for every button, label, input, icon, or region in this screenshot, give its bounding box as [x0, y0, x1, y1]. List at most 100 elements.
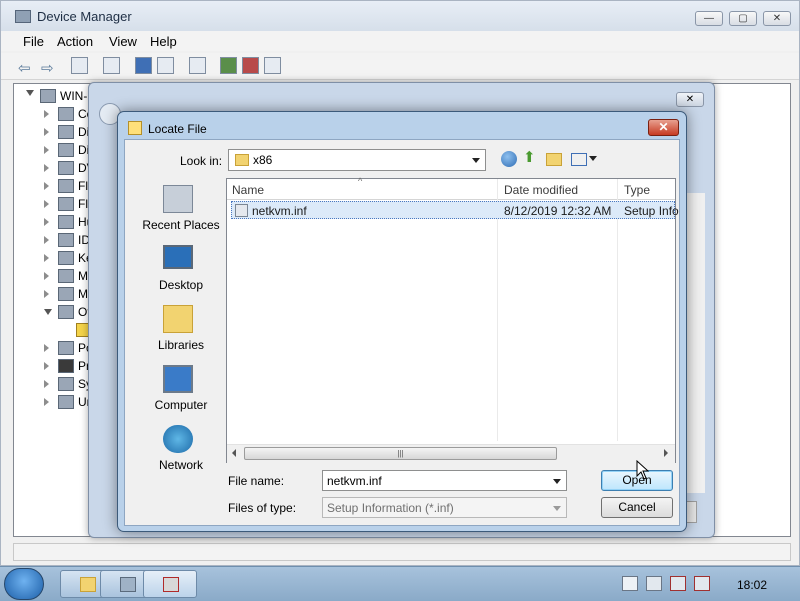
- dvd-drive-icon: [58, 161, 74, 175]
- properties-icon[interactable]: [103, 57, 120, 74]
- expand-icon[interactable]: [44, 236, 49, 244]
- tray-volume-muted-icon[interactable]: [694, 576, 710, 591]
- usb-icon: [58, 395, 74, 409]
- expand-icon[interactable]: [44, 218, 49, 226]
- file-list: Name ^ Date modified Type netkvm.inf 8/1…: [226, 176, 679, 463]
- expand-icon[interactable]: [44, 344, 49, 352]
- back-arrow-icon[interactable]: ⇦: [18, 59, 31, 77]
- collapse-icon[interactable]: [44, 309, 52, 315]
- expand-icon[interactable]: [44, 200, 49, 208]
- file-row[interactable]: netkvm.inf 8/12/2019 12:32 AM Setup Info: [231, 201, 679, 219]
- menu-bar: File Action View Help: [1, 31, 799, 51]
- floppy-icon: [58, 197, 74, 211]
- view-icon[interactable]: [157, 57, 174, 74]
- folder-icon: [80, 577, 96, 592]
- scroll-left-icon[interactable]: [232, 449, 236, 457]
- menu-action[interactable]: Action: [57, 34, 93, 49]
- computer-icon: [163, 365, 193, 393]
- chevron-down-icon[interactable]: [589, 156, 597, 161]
- network-icon: [163, 425, 193, 453]
- view-menu-icon[interactable]: [571, 153, 587, 166]
- up-folder-icon[interactable]: ⬆: [523, 150, 539, 167]
- close-button[interactable]: ✕: [763, 11, 791, 26]
- scrollbar-thumb[interactable]: |||: [244, 447, 557, 460]
- window-title: Device Manager: [37, 9, 132, 24]
- port-icon: [58, 341, 74, 355]
- title-bar: Device Manager — ▢ ✕: [1, 1, 799, 31]
- menu-view[interactable]: View: [109, 34, 137, 49]
- expand-icon[interactable]: [44, 110, 49, 118]
- processor-icon: [58, 359, 74, 373]
- expand-icon[interactable]: [44, 290, 49, 298]
- file-name-label: File name:: [228, 474, 285, 488]
- file-date: 8/12/2019 12:32 AM: [504, 204, 612, 218]
- maximize-button[interactable]: ▢: [729, 11, 757, 26]
- close-button[interactable]: ✕: [676, 92, 704, 107]
- scan-hardware-icon[interactable]: [189, 57, 206, 74]
- expand-icon[interactable]: [44, 146, 49, 154]
- new-folder-icon[interactable]: [546, 153, 562, 166]
- expand-icon[interactable]: [44, 254, 49, 262]
- other-devices-icon: [58, 305, 74, 319]
- ide-controller-icon: [58, 233, 74, 247]
- files-of-type-select[interactable]: Setup Information (*.inf): [322, 497, 567, 518]
- file-type: Setup Info: [624, 204, 679, 218]
- status-bar: [13, 543, 791, 561]
- locate-file-dialog: Locate File ✕ Look in: x86 ⬆ Recent Plac…: [117, 111, 687, 532]
- close-button[interactable]: ✕: [648, 119, 679, 136]
- floppy-icon: [58, 179, 74, 193]
- files-of-type-label: Files of type:: [228, 501, 297, 515]
- expand-icon[interactable]: [44, 164, 49, 172]
- look-in-value: x86: [253, 153, 273, 167]
- look-in-dropdown[interactable]: x86: [228, 149, 486, 171]
- show-hide-tree-icon[interactable]: [71, 57, 88, 74]
- computer-icon: [58, 107, 74, 121]
- menu-file[interactable]: File: [23, 34, 44, 49]
- chevron-down-icon[interactable]: [472, 158, 480, 163]
- chevron-down-icon[interactable]: [553, 479, 561, 484]
- tray-device-icon[interactable]: [670, 576, 686, 591]
- taskbar-device-manager[interactable]: [143, 570, 197, 598]
- scroll-right-icon[interactable]: [664, 449, 668, 457]
- horizontal-scrollbar[interactable]: |||: [227, 444, 675, 463]
- device-manager-icon: [163, 577, 179, 592]
- cancel-button[interactable]: Cancel: [601, 497, 673, 518]
- expand-icon[interactable]: [44, 182, 49, 190]
- file-name-input[interactable]: netkvm.inf: [322, 470, 567, 491]
- dialog-title: Locate File: [148, 122, 207, 136]
- column-type[interactable]: Type: [624, 183, 650, 197]
- expand-icon[interactable]: [44, 128, 49, 136]
- folder-icon: [128, 121, 142, 135]
- folder-icon: [235, 154, 249, 166]
- expand-icon[interactable]: [44, 272, 49, 280]
- expand-icon[interactable]: [44, 398, 49, 406]
- forward-arrow-icon[interactable]: ⇨: [41, 59, 54, 77]
- app-icon: [120, 577, 136, 592]
- file-name: netkvm.inf: [252, 204, 307, 218]
- update-driver-icon[interactable]: [220, 57, 237, 74]
- start-button[interactable]: [4, 568, 44, 600]
- recent-places-icon: [163, 185, 193, 213]
- expand-icon[interactable]: [44, 380, 49, 388]
- help-icon[interactable]: [135, 57, 152, 74]
- clock[interactable]: 18:02: [737, 578, 767, 592]
- chevron-down-icon[interactable]: [553, 506, 561, 511]
- monitor-icon: [58, 287, 74, 301]
- expand-icon[interactable]: [44, 362, 49, 370]
- column-name[interactable]: Name: [232, 183, 264, 197]
- back-arrow-icon[interactable]: [501, 151, 517, 167]
- disable-device-icon[interactable]: [242, 57, 259, 74]
- mouse-icon: [58, 269, 74, 283]
- column-date-modified[interactable]: Date modified: [504, 183, 578, 197]
- menu-help[interactable]: Help: [150, 34, 177, 49]
- libraries-icon: [163, 305, 193, 333]
- collapse-icon[interactable]: [26, 90, 34, 96]
- minimize-button[interactable]: —: [695, 11, 723, 26]
- dialog-body: Look in: x86 ⬆ Recent Places Desktop Lib…: [124, 139, 680, 526]
- disk-drive-icon: [58, 125, 74, 139]
- inf-file-icon: [235, 204, 248, 217]
- tray-network-icon[interactable]: [646, 576, 662, 591]
- tray-flag-icon[interactable]: [622, 576, 638, 591]
- display-adapter-icon: [58, 143, 74, 157]
- uninstall-device-icon[interactable]: [264, 57, 281, 74]
